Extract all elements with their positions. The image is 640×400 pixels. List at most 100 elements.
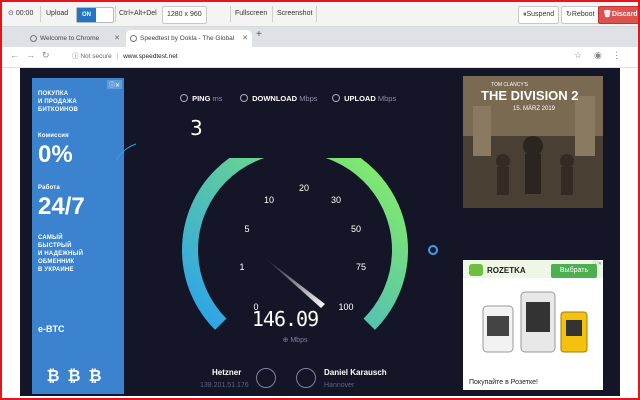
speed-unit-label: Mbps: [290, 337, 308, 344]
ad-line: В УКРАИНЕ: [38, 267, 74, 273]
ping-metric: PING ms: [180, 94, 223, 103]
tab-welcome[interactable]: Welcome to Chrome ✕: [26, 30, 124, 47]
server-location: Hannover: [324, 382, 355, 389]
upload-unit: Mbps: [377, 94, 397, 103]
upload-label: UPLOAD: [344, 94, 376, 103]
upload-metric: UPLOAD Mbps: [332, 94, 396, 103]
division2-game-ad[interactable]: TOM CLANCY'S THE DIVISION 2 15. MÄRZ 201…: [463, 76, 603, 208]
bitcoin-exchange-ad[interactable]: ⓘ✕ ПОКУПКА И ПРОДАЖА БИТКОИНОВ Комиссия …: [32, 78, 124, 394]
ad-line: ОБМЕННИК: [38, 259, 75, 265]
download-small-icon: ⊕: [282, 337, 289, 344]
browser-tab-bar: Welcome to Chrome ✕ Speedtest by Ookla -…: [2, 27, 638, 47]
timer: ⊙ 00:00: [8, 6, 33, 22]
decorative-arc-icon: [115, 143, 137, 161]
download-metric: DOWNLOAD Mbps: [240, 94, 318, 103]
bookmark-star-icon[interactable]: ☆: [574, 50, 582, 61]
user-icon: [256, 368, 276, 388]
ping-label: PING: [192, 94, 211, 103]
rozetka-brand: ROZETKA: [487, 266, 526, 275]
ad-headline-1: ПОКУПКА И ПРОДАЖА БИТКОИНОВ: [38, 90, 78, 114]
rozetka-header: ROZETKA Выбрать: [463, 260, 603, 278]
hours-value: 24/7: [38, 193, 85, 220]
timer-value: 00:00: [15, 10, 34, 17]
ad-line: И ПРОДАЖА: [38, 99, 77, 105]
speed-unit: ⊕ Mbps: [265, 336, 325, 344]
ad-line: САМЫЙ: [38, 235, 63, 241]
ad-line: БЫСТРЫЙ: [38, 243, 72, 249]
speedtest-favicon-icon: [130, 35, 137, 42]
close-tab-icon[interactable]: ✕: [242, 30, 248, 47]
reload-icon[interactable]: ↻: [42, 50, 50, 61]
security-label: Not secure: [80, 53, 112, 60]
gauge-tick: 5: [244, 224, 249, 234]
profile-icon[interactable]: ◉: [594, 50, 602, 61]
gauge-tick: 100: [338, 302, 353, 312]
ad-choices-icon[interactable]: ⓘ✕: [593, 260, 602, 267]
speedtest-page: ⓘ✕ ПОКУПКА И ПРОДАЖА БИТКОИНОВ Комиссия …: [20, 68, 620, 396]
screenshot-button[interactable]: Screenshot: [277, 6, 312, 22]
close-tab-icon[interactable]: ✕: [114, 30, 120, 47]
commission-value: 0%: [38, 141, 73, 168]
ad-choices-icon[interactable]: ⓘ✕: [106, 80, 122, 89]
tab-label: Welcome to Chrome: [40, 35, 100, 42]
remote-session-frame: ⊙ 00:00 Upload ON Ctrl+Alt+Del 1280 x 96…: [0, 0, 640, 400]
fullscreen-button[interactable]: Fullscreen: [235, 6, 267, 22]
tab-label: Speedtest by Ookla - The Global: [140, 35, 235, 42]
game-title: THE DIVISION 2: [481, 88, 579, 103]
ping-value: 3: [190, 116, 203, 140]
game-release-date: 15. MÄRZ 2019: [513, 106, 556, 112]
download-label: DOWNLOAD: [252, 94, 298, 103]
gauge-tick: 10: [264, 195, 274, 205]
discard-button[interactable]: 🗑Discard: [598, 6, 638, 24]
menu-icon[interactable]: ⋮: [612, 50, 621, 61]
suspend-button[interactable]: ⏸Suspend: [518, 6, 560, 24]
gauge-arc: [182, 158, 408, 330]
current-speed-value: 146.09: [251, 307, 319, 331]
commission-label: Комиссия: [38, 133, 69, 139]
ad-line: И НАДЕЖНЫЙ: [38, 251, 84, 257]
address-bar-row: ← → ↻ ⓘ Not secure | www.speedtest.net ☆…: [2, 47, 638, 68]
clock-icon: ⊙: [8, 10, 14, 17]
upload-icon: [332, 94, 340, 102]
url-text: www.speedtest.net: [123, 53, 178, 60]
rozetka-ad[interactable]: ROZETKA Выбрать ⓘ✕ Покупайте в Розетке!: [463, 260, 603, 390]
rozetka-logo-icon: [469, 264, 483, 276]
upload-toggle[interactable]: ON: [76, 7, 114, 23]
ebtc-logo: e-BTC: [38, 324, 65, 334]
ad-line: БИТКОИНОВ: [38, 107, 79, 113]
rozetka-caption: Покупайте в Розетке!: [469, 379, 538, 386]
ad-headline-2: САМЫЙ БЫСТРЫЙ И НАДЕЖНЫЙ ОБМЕННИК В УКРА…: [38, 234, 83, 274]
gauge-tick: 50: [351, 224, 361, 234]
loading-spinner-icon: [428, 245, 438, 255]
upload-button[interactable]: Upload: [46, 6, 68, 22]
heaters-product-image: [482, 291, 588, 353]
download-unit: Mbps: [299, 94, 318, 103]
reboot-button[interactable]: ↻Reboot: [561, 6, 600, 24]
page-icon: [30, 35, 37, 42]
forward-icon[interactable]: →: [26, 50, 35, 60]
gauge-needle: [265, 258, 325, 308]
reboot-label: Reboot: [571, 11, 595, 18]
server-name[interactable]: Daniel Karausch: [324, 368, 387, 377]
download-icon: [240, 94, 248, 102]
hours-label: Работа: [38, 185, 60, 191]
new-tab-button[interactable]: +: [256, 29, 262, 40]
toggle-on-label: ON: [77, 8, 96, 22]
discard-label: Discard: [611, 11, 638, 18]
globe-icon[interactable]: [296, 368, 316, 388]
gauge-tick: 20: [299, 183, 309, 193]
suspend-label: Suspend: [526, 11, 555, 18]
url-field[interactable]: ⓘ Not secure | www.speedtest.net: [72, 50, 552, 64]
trash-icon: 🗑: [603, 11, 612, 18]
ad-line: ПОКУПКА: [38, 91, 69, 97]
gauge-tick: 30: [331, 195, 341, 205]
back-icon[interactable]: ←: [10, 50, 19, 60]
ctrl-alt-del-button[interactable]: Ctrl+Alt+Del: [119, 6, 157, 22]
ping-unit: ms: [212, 94, 223, 103]
isp-name: Hetzner: [212, 368, 242, 377]
tab-speedtest[interactable]: Speedtest by Ookla - The Global ✕: [126, 30, 252, 47]
gauge-tick: 1: [239, 262, 244, 272]
rozetka-choose-button[interactable]: Выбрать: [551, 264, 597, 278]
resolution-select[interactable]: 1280 x 960: [162, 6, 207, 24]
isp-ip: 138.201.51.176: [200, 382, 249, 389]
